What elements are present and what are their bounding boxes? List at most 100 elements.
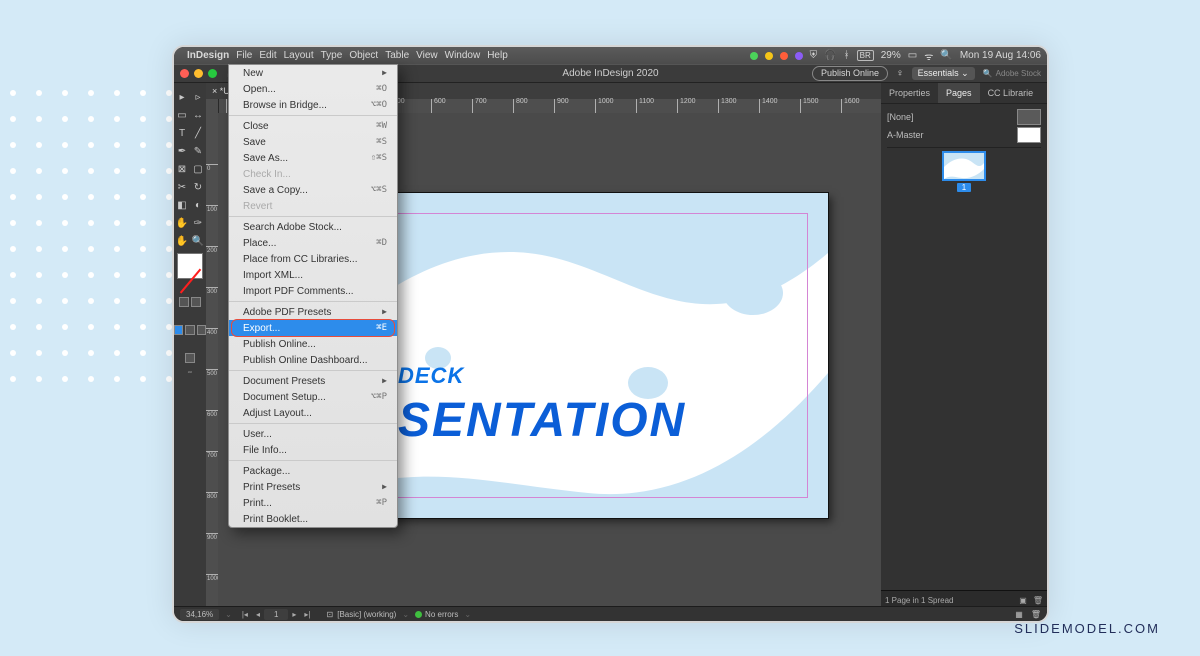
menu-layout[interactable]: Layout	[284, 50, 314, 61]
menu-object[interactable]: Object	[349, 50, 378, 61]
scissors-tool-icon[interactable]: ✂	[174, 179, 190, 195]
lightbulb-icon[interactable]: ♀	[896, 68, 904, 79]
page-field[interactable]: 1	[264, 609, 288, 620]
file-menu-item[interactable]: Publish Online Dashboard...	[229, 352, 397, 368]
ruler-h-label: 1400	[762, 98, 778, 105]
file-menu-item[interactable]: Adjust Layout...	[229, 405, 397, 421]
status-bar: 34,16% ⌄ |◂ ◂ 1 ▸ ▸| ⊡ [Basic] (working)…	[174, 606, 1047, 621]
new-page-icon[interactable]: ▣	[1019, 596, 1027, 605]
user-tag[interactable]: BR	[857, 50, 874, 61]
file-menu-item[interactable]: Import PDF Comments...	[229, 283, 397, 299]
file-menu-item[interactable]: Adobe PDF Presets▶	[229, 304, 397, 320]
file-menu-item[interactable]: Document Presets▶	[229, 373, 397, 389]
formatting-container-icon[interactable]	[179, 297, 189, 307]
file-menu-item[interactable]: Browse in Bridge...⌥⌘O	[229, 97, 397, 113]
file-menu-item[interactable]: Import XML...	[229, 267, 397, 283]
line-tool-icon[interactable]: ╱	[190, 125, 206, 141]
menu-help[interactable]: Help	[487, 50, 508, 61]
pencil-tool-icon[interactable]: ✎	[190, 143, 206, 159]
file-menu-item[interactable]: Search Adobe Stock...	[229, 219, 397, 235]
hand-tool-icon[interactable]: ✋	[174, 233, 190, 249]
menu-edit[interactable]: Edit	[259, 50, 276, 61]
file-menu-item[interactable]: Close⌘W	[229, 118, 397, 134]
file-menu-item[interactable]: Document Setup...⌥⌘P	[229, 389, 397, 405]
file-menu-item[interactable]: Print...⌘P	[229, 495, 397, 511]
ruler-v-label: 100	[207, 207, 217, 213]
shield-icon[interactable]: ⛨	[810, 50, 818, 61]
next-page-icon[interactable]: ▸	[288, 610, 300, 619]
open-icon[interactable]: ⊡	[327, 610, 334, 619]
tab-pages[interactable]: Pages	[938, 83, 980, 103]
tab-properties[interactable]: Properties	[881, 83, 938, 103]
tab-cc-libraries[interactable]: CC Librarie	[980, 83, 1042, 103]
view-mode-preview-icon[interactable]	[185, 325, 194, 335]
publish-online-button[interactable]: Publish Online	[812, 66, 888, 81]
type-tool-icon[interactable]: T	[174, 125, 190, 141]
last-page-icon[interactable]: ▸|	[300, 610, 314, 619]
headphones-icon[interactable]: 🎧	[824, 50, 836, 61]
page-tool-icon[interactable]: ▭	[174, 107, 190, 123]
fill-stroke-swatch[interactable]	[177, 253, 203, 279]
view-mode-normal-icon[interactable]	[174, 325, 183, 335]
free-transform-tool-icon[interactable]: ↻	[190, 179, 206, 195]
trash-icon[interactable]: 🗑	[1033, 596, 1043, 605]
file-menu-item[interactable]: Package...	[229, 463, 397, 479]
gap-tool-icon[interactable]: ↔	[190, 107, 206, 123]
menu-table[interactable]: Table	[385, 50, 409, 61]
file-menu-item[interactable]: File Info...	[229, 442, 397, 458]
menu-view[interactable]: View	[416, 50, 438, 61]
file-menu-item[interactable]: Print Presets▶	[229, 479, 397, 495]
file-menu-item[interactable]: Save a Copy...⌥⌘S	[229, 182, 397, 198]
close-icon[interactable]	[180, 69, 189, 78]
file-menu-item[interactable]: Save⌘S	[229, 134, 397, 150]
trash-status-icon[interactable]: 🗑	[1031, 610, 1041, 619]
window-controls[interactable]	[180, 69, 217, 78]
status-dot-green	[750, 52, 758, 60]
bluetooth-icon[interactable]: ᚼ	[844, 50, 850, 61]
profile-label[interactable]: [Basic] (working)	[337, 610, 396, 619]
maximize-icon[interactable]	[208, 69, 217, 78]
master-none-thumb	[1017, 109, 1041, 125]
app-name[interactable]: InDesign	[187, 50, 229, 61]
view-mode-icon[interactable]	[197, 325, 206, 335]
master-a[interactable]: A-Master	[887, 126, 1041, 144]
file-menu-item[interactable]: New▶	[229, 65, 397, 81]
file-menu-item[interactable]: Place...⌘D	[229, 235, 397, 251]
file-menu-item[interactable]: Open...⌘O	[229, 81, 397, 97]
zoom-field[interactable]: 34,16%	[180, 609, 219, 620]
zoom-tool-icon[interactable]: 🔍	[190, 233, 206, 249]
file-menu-item[interactable]: Place from CC Libraries...	[229, 251, 397, 267]
adobe-stock-search[interactable]: 🔍 Adobe Stock	[983, 69, 1041, 78]
eyedropper-tool-icon[interactable]: ✑	[190, 215, 206, 231]
gradient-swatch-tool-icon[interactable]: ◧	[174, 197, 190, 213]
grid-icon[interactable]: ▦	[1015, 610, 1023, 619]
menu-window[interactable]: Window	[445, 50, 481, 61]
file-menu-item[interactable]: Publish Online...	[229, 336, 397, 352]
note-tool-icon[interactable]: ✋	[174, 215, 190, 231]
menu-type[interactable]: Type	[321, 50, 343, 61]
clock[interactable]: Mon 19 Aug 14:06	[960, 50, 1041, 61]
gradient-feather-tool-icon[interactable]: ◐	[190, 197, 206, 213]
formatting-text-icon[interactable]	[191, 297, 201, 307]
master-none[interactable]: [None]	[887, 108, 1041, 126]
file-menu-item[interactable]: Print Booklet...	[229, 511, 397, 527]
workspace-switcher[interactable]: Essentials ⌄	[912, 67, 975, 80]
menu-file[interactable]: File	[236, 50, 252, 61]
wifi-icon[interactable]: ᯤ	[924, 49, 933, 63]
direct-selection-tool-icon[interactable]: ▹	[190, 89, 206, 105]
selection-tool-icon[interactable]: ▸	[174, 89, 190, 105]
first-page-icon[interactable]: |◂	[238, 610, 252, 619]
search-icon[interactable]: 🔍	[940, 50, 952, 61]
prev-page-icon[interactable]: ◂	[252, 610, 264, 619]
pen-tool-icon[interactable]: ✒	[174, 143, 190, 159]
file-menu-item[interactable]: Export...⌘E	[229, 320, 397, 336]
minimize-icon[interactable]	[194, 69, 203, 78]
file-menu-item[interactable]: User...	[229, 426, 397, 442]
rectangle-tool-icon[interactable]: ▢	[190, 161, 206, 177]
screen-mode-icon[interactable]	[185, 353, 195, 363]
rectangle-frame-tool-icon[interactable]: ⊠	[174, 161, 190, 177]
expand-toolbar-icon[interactable]: «	[187, 370, 192, 375]
page-thumb[interactable]: 1	[887, 151, 1041, 192]
preflight-label[interactable]: No errors	[425, 610, 458, 619]
file-menu-item[interactable]: Save As...⇧⌘S	[229, 150, 397, 166]
